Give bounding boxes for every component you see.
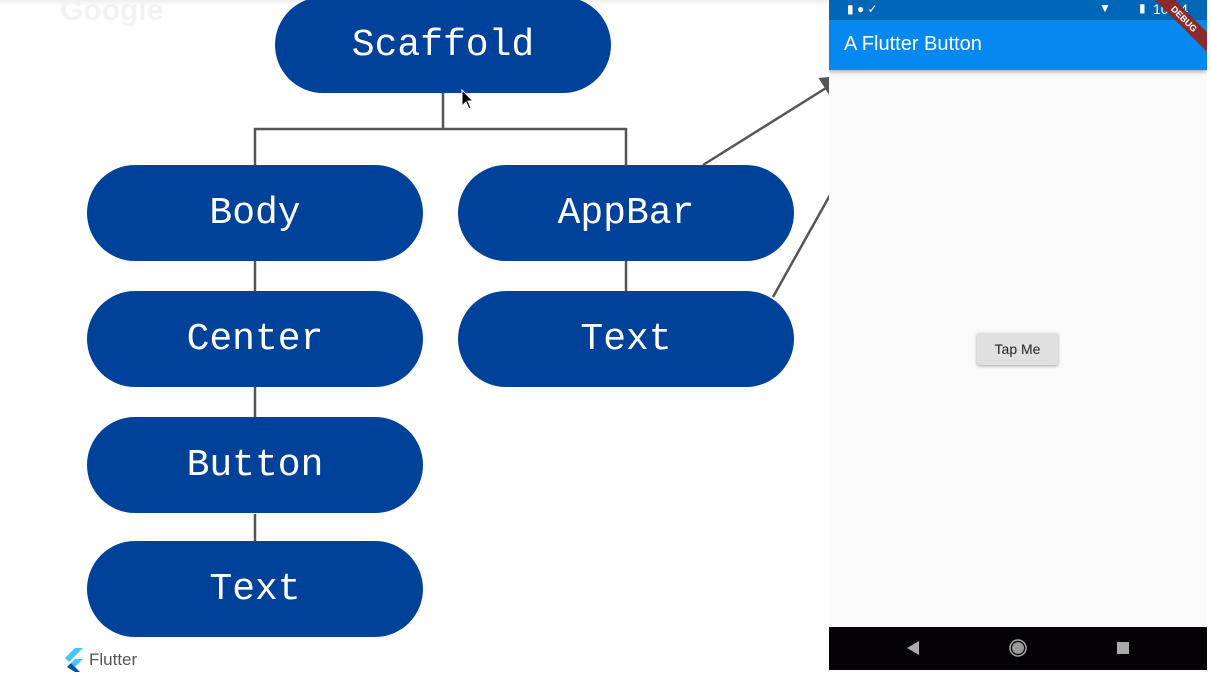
flutter-icon (65, 648, 83, 672)
flutter-logo: Flutter (63, 648, 137, 672)
wifi-icon: ▼ (1099, 1, 1111, 15)
node-scaffold: Scaffold (275, 0, 611, 93)
battery-icon: ▮ (1139, 1, 1146, 15)
flutter-logo-text: Flutter (89, 650, 138, 669)
notification-icons: ▮ ● ✓ (847, 2, 878, 16)
android-nav-bar (829, 627, 1207, 670)
appbar-arrow (702, 75, 847, 167)
back-icon[interactable] (907, 641, 919, 655)
mouse-cursor-icon (461, 89, 475, 110)
node-appbar-text: Text (458, 291, 794, 387)
tap-me-button[interactable]: Tap Me (977, 333, 1058, 365)
app-bar-title: A Flutter Button (844, 33, 982, 55)
status-bar: ▮ ● ✓ ▼ ▮ 10:54 (829, 0, 1207, 20)
node-button: Button (87, 417, 423, 513)
node-body: Body (87, 165, 423, 261)
node-body-text: Text (87, 541, 423, 637)
node-center: Center (87, 291, 423, 387)
scaffold-connector (253, 93, 628, 165)
node-appbar: AppBar (458, 165, 794, 261)
phone-preview: ▮ ● ✓ ▼ ▮ 10:54 A Flutter Button DEBUG T… (829, 0, 1207, 670)
home-icon[interactable] (1009, 639, 1027, 657)
recents-icon[interactable] (1117, 642, 1129, 654)
app-bar: A Flutter Button (829, 20, 1207, 70)
